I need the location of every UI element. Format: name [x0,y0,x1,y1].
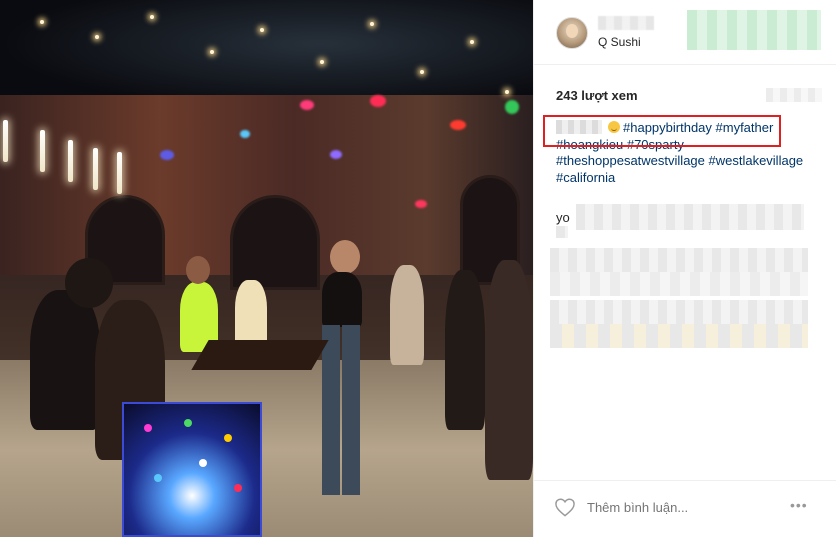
more-options-icon[interactable]: ••• [790,497,816,517]
heart-icon[interactable] [554,497,576,517]
dancer-leg [342,325,360,495]
view-count: 243 lượt xem [556,88,638,103]
ceiling-light [210,50,214,54]
avatar[interactable] [556,17,588,49]
ceiling-light [95,35,99,39]
ceiling-light [320,60,324,64]
disco-light [300,100,314,110]
candle [3,120,8,162]
ceiling-light [420,70,424,74]
post-sidebar: Q Sushi 243 lượt xem #happybirthday #myf… [533,0,836,537]
guest-head [186,256,210,284]
disco-light [370,95,386,107]
post-header: Q Sushi [534,0,836,65]
username-redacted[interactable] [598,16,654,30]
comment-input[interactable] [587,500,787,515]
comment-author[interactable]: yo [556,210,570,225]
location-link[interactable]: Q Sushi [598,35,641,49]
ceiling-light [505,90,509,94]
comment-emoji-redacted [556,226,568,238]
ceiling-light [40,20,44,24]
candle [68,140,73,182]
candle [40,130,45,172]
ceiling-light [370,22,374,26]
comment-redacted [550,272,808,296]
divider [534,480,836,481]
disco-light [505,100,519,114]
disco-light [160,150,174,160]
dancer-leg [322,325,340,495]
hashtag-line[interactable]: #california [556,170,615,185]
disco-light-cube [122,402,262,537]
dancer-head [330,240,360,274]
follow-area-redacted [687,10,821,50]
disco-light [330,150,342,159]
guest-head [65,258,113,308]
comment-redacted [550,324,808,348]
ceiling-light [260,28,264,32]
post-video[interactable] [0,0,533,537]
buffet-table [191,340,329,370]
timestamp-redacted [766,88,822,102]
disco-light [450,120,466,130]
comment-redacted [550,248,808,272]
doorway [230,195,320,290]
comment-redacted [550,300,808,324]
guest [485,260,533,480]
guest [390,265,424,365]
comment-redacted [576,204,804,230]
ceiling-light [470,40,474,44]
guest [30,290,100,430]
candle [93,148,98,190]
disco-light [240,130,250,138]
hashtag-line[interactable]: #theshoppesatwestvillage #westlakevillag… [556,153,803,168]
guest [445,270,485,430]
ceiling-light [150,15,154,19]
candle [117,152,122,194]
ceiling [0,0,533,110]
dancer-top [322,272,362,327]
disco-light [415,200,427,208]
caption-highlight-box [543,115,781,147]
